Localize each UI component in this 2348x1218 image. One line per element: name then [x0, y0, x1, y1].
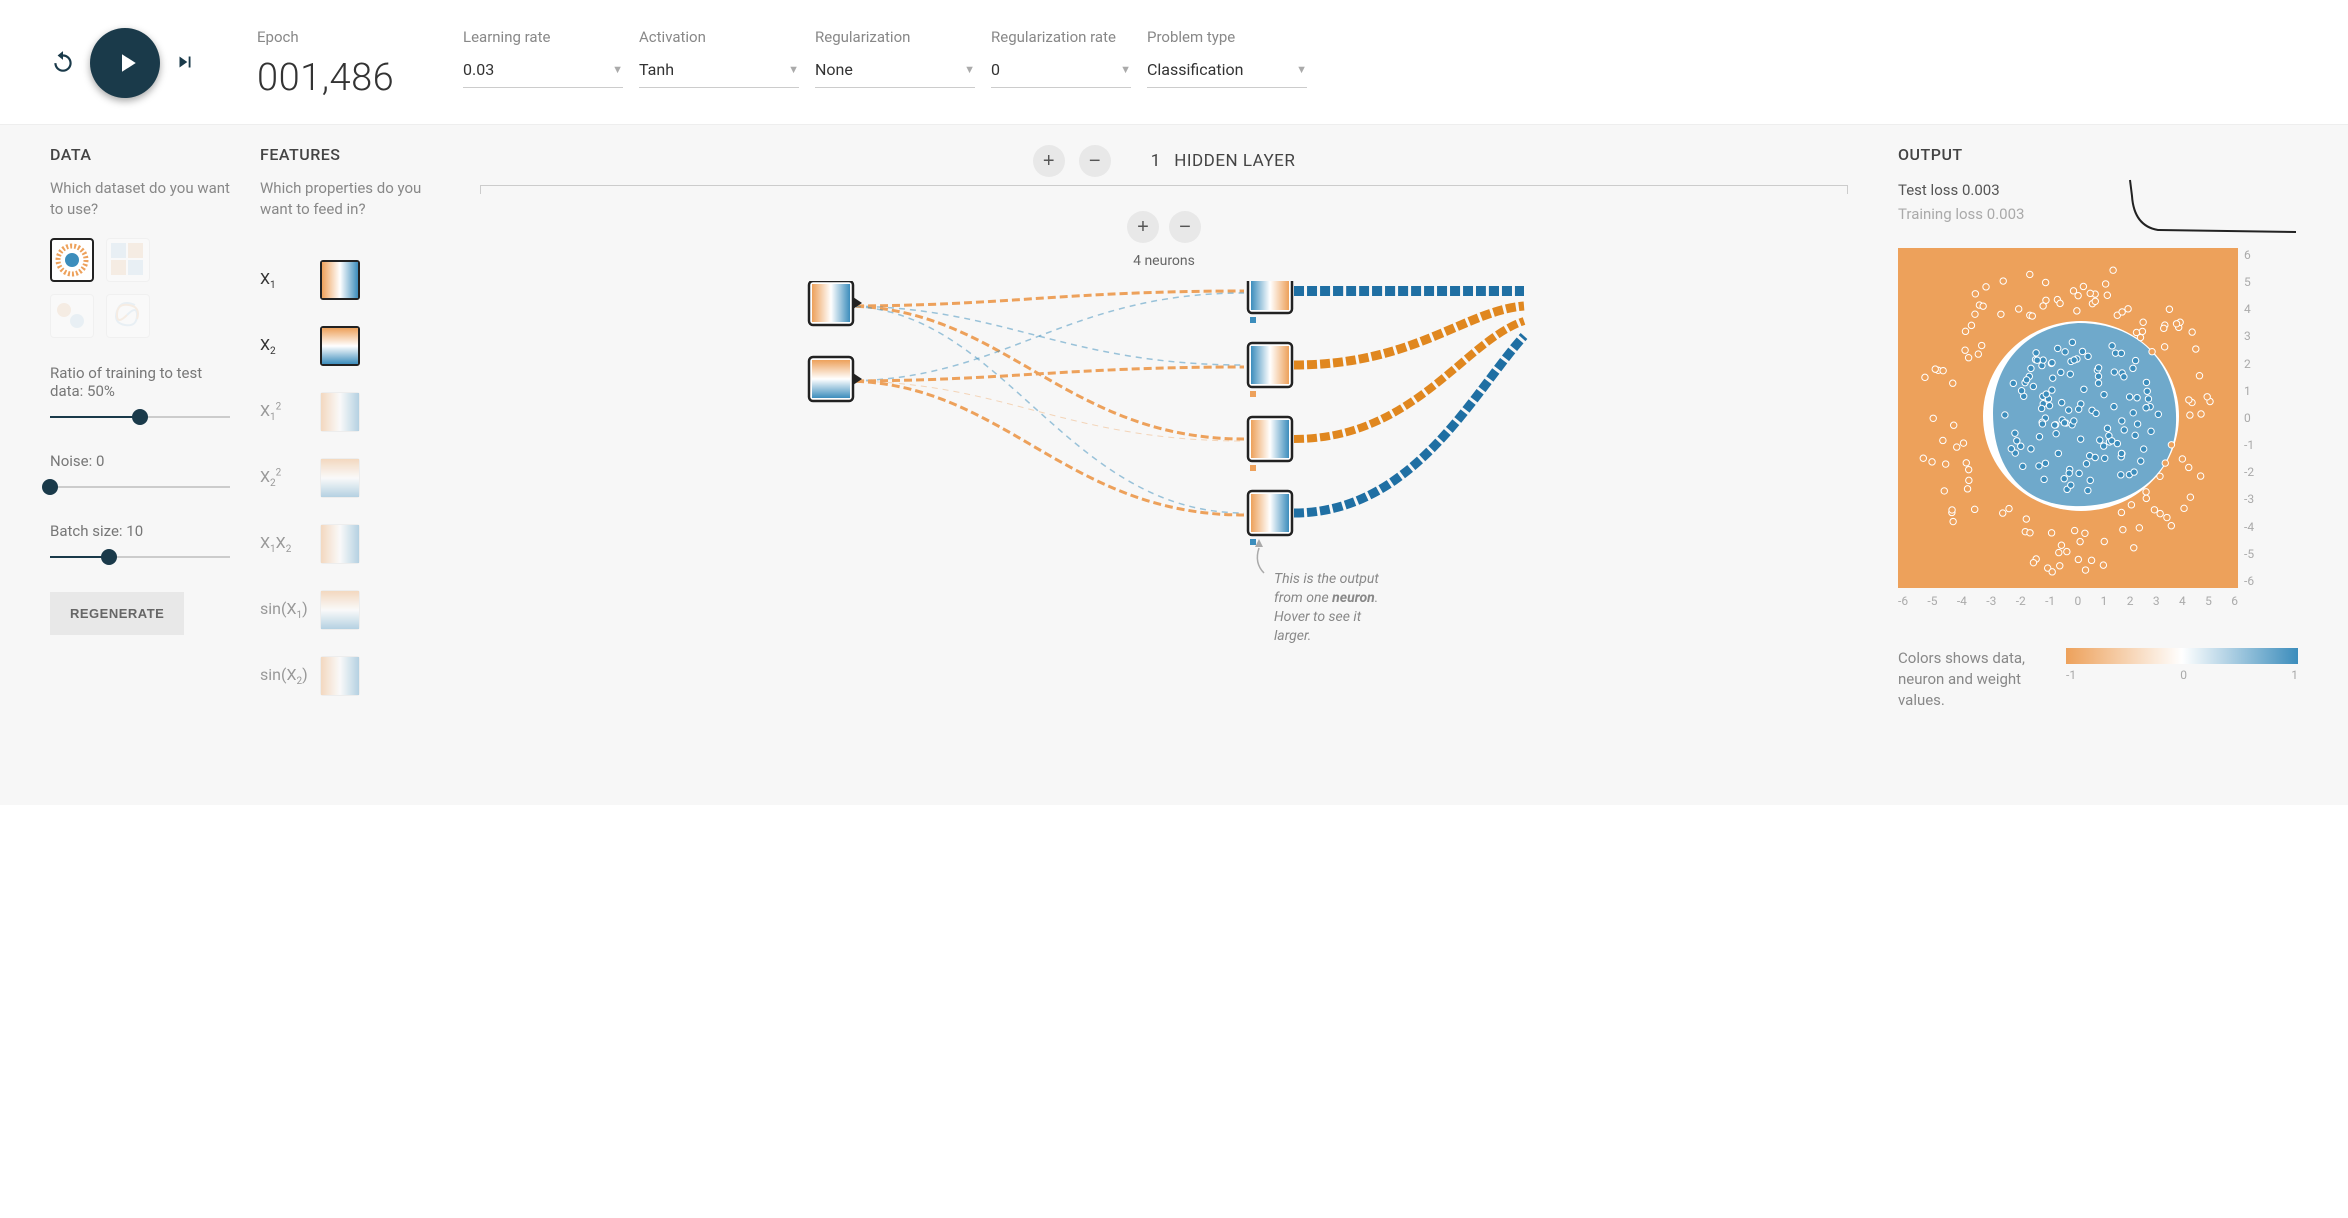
axis-y: 6543210-1-2-3-4-5-6 — [2244, 248, 2254, 588]
learning-rate-select[interactable]: 0.03 ▼ — [463, 56, 623, 88]
add-layer-button[interactable]: + — [1033, 145, 1065, 177]
hidden-node-3[interactable] — [1248, 417, 1292, 471]
reg-rate-label: Regularization rate — [991, 28, 1131, 46]
hidden-node-1[interactable] — [1248, 281, 1292, 323]
callout-line1: This is the output — [1274, 571, 1379, 587]
feature-thumb — [320, 656, 360, 696]
chevron-down-icon: ▼ — [1296, 63, 1307, 76]
noise-label: Noise: 0 — [50, 452, 230, 470]
activation-select[interactable]: Tanh ▼ — [639, 56, 799, 88]
learning-rate-label: Learning rate — [463, 28, 623, 46]
activation-value: Tanh — [639, 60, 674, 79]
feature-thumb — [320, 326, 360, 366]
chevron-down-icon: ▼ — [788, 63, 799, 76]
loss-curve — [2128, 178, 2298, 238]
output-panel: OUTPUT Test loss 0.003 Training loss 0.0… — [1898, 145, 2298, 765]
activation-label: Activation — [639, 28, 799, 46]
epoch-label: Epoch — [257, 28, 447, 46]
add-neuron-button[interactable]: + — [1127, 211, 1159, 243]
callout-line4: larger. — [1274, 628, 1311, 644]
feature-thumb — [320, 524, 360, 564]
reset-icon — [50, 49, 76, 75]
test-loss: Test loss 0.003 — [1898, 178, 2024, 202]
epoch-value: 001,486 — [257, 56, 447, 100]
remove-neuron-button[interactable]: − — [1169, 211, 1201, 243]
data-subtitle: Which dataset do you want to use? — [50, 178, 230, 220]
chevron-down-icon: ▼ — [1120, 63, 1131, 76]
ratio-slider[interactable] — [50, 408, 230, 426]
data-panel: DATA Which dataset do you want to use? R… — [50, 145, 230, 765]
feature-item-3[interactable]: X22 — [260, 458, 430, 498]
input-node-x1[interactable] — [809, 281, 862, 325]
feature-item-0[interactable]: X1 — [260, 260, 430, 300]
hidden-node-4[interactable] — [1248, 491, 1292, 545]
regenerate-button[interactable]: REGENERATE — [50, 592, 184, 635]
chevron-down-icon: ▼ — [964, 63, 975, 76]
input-node-x2[interactable] — [809, 357, 862, 401]
feature-label: X12 — [260, 401, 310, 423]
batch-slider[interactable] — [50, 548, 230, 566]
feature-label: sin(X2) — [260, 665, 310, 687]
feature-item-6[interactable]: sin(X2) — [260, 656, 430, 696]
callout-line3: Hover to see it — [1274, 609, 1362, 625]
callout-line2: from one neuron. — [1274, 590, 1378, 606]
feature-item-5[interactable]: sin(X1) — [260, 590, 430, 630]
data-title: DATA — [50, 145, 230, 164]
reset-button[interactable] — [50, 49, 76, 78]
noise-slider[interactable] — [50, 478, 230, 496]
batch-label: Batch size: 10 — [50, 522, 230, 540]
regularization-value: None — [815, 60, 853, 79]
regularization-select[interactable]: None ▼ — [815, 56, 975, 88]
reg-rate-select[interactable]: 0 ▼ — [991, 56, 1131, 88]
step-icon — [174, 51, 196, 73]
feature-item-4[interactable]: X1X2 — [260, 524, 430, 564]
output-heatmap[interactable] — [1898, 248, 2238, 588]
feature-thumb — [320, 260, 360, 300]
chevron-down-icon: ▼ — [612, 63, 623, 76]
feature-label: X1X2 — [260, 533, 310, 555]
problem-type-select[interactable]: Classification ▼ — [1147, 56, 1307, 88]
legend-text: Colors shows data, neuron and weight val… — [1898, 648, 2048, 711]
feature-item-2[interactable]: X12 — [260, 392, 430, 432]
features-title: FEATURES — [260, 145, 430, 164]
feature-thumb — [320, 392, 360, 432]
axis-x: -6-5-4-3-2-10123456 — [1898, 594, 2238, 608]
feature-thumb — [320, 590, 360, 630]
dataset-circle[interactable] — [50, 238, 94, 282]
training-loss: Training loss 0.003 — [1898, 202, 2024, 226]
problem-type-label: Problem type — [1147, 28, 1307, 46]
layer-bracket — [480, 185, 1848, 191]
output-title: OUTPUT — [1898, 145, 2298, 164]
dataset-xor[interactable] — [106, 238, 150, 282]
features-subtitle: Which properties do you want to feed in? — [260, 178, 430, 220]
network-panel: + − 1 HIDDEN LAYER + − 4 neurons — [460, 145, 1868, 765]
feature-thumb — [320, 458, 360, 498]
feature-label: sin(X1) — [260, 599, 310, 621]
features-panel: FEATURES Which properties do you want to… — [260, 145, 430, 765]
feature-item-1[interactable]: X2 — [260, 326, 430, 366]
ratio-label: Ratio of training to test data: 50% — [50, 364, 230, 400]
neuron-count-label: 4 neurons — [460, 253, 1868, 269]
hidden-layer-count: 1 — [1151, 151, 1161, 171]
play-icon — [112, 48, 142, 78]
network-svg: This is the output from one neuron. Hove… — [460, 281, 1868, 761]
dataset-spiral[interactable] — [106, 294, 150, 338]
play-button[interactable] — [90, 28, 160, 98]
step-button[interactable] — [174, 51, 196, 76]
remove-layer-button[interactable]: − — [1079, 145, 1111, 177]
dataset-gauss[interactable] — [50, 294, 94, 338]
learning-rate-value: 0.03 — [463, 60, 494, 79]
problem-type-value: Classification — [1147, 60, 1243, 79]
feature-label: X1 — [260, 269, 310, 291]
regularization-label: Regularization — [815, 28, 975, 46]
hidden-layer-label: HIDDEN LAYER — [1174, 151, 1295, 171]
feature-label: X22 — [260, 467, 310, 489]
hidden-node-2[interactable] — [1248, 343, 1292, 397]
reg-rate-value: 0 — [991, 60, 1000, 79]
color-legend: -101 — [2066, 648, 2298, 682]
feature-label: X2 — [260, 335, 310, 357]
